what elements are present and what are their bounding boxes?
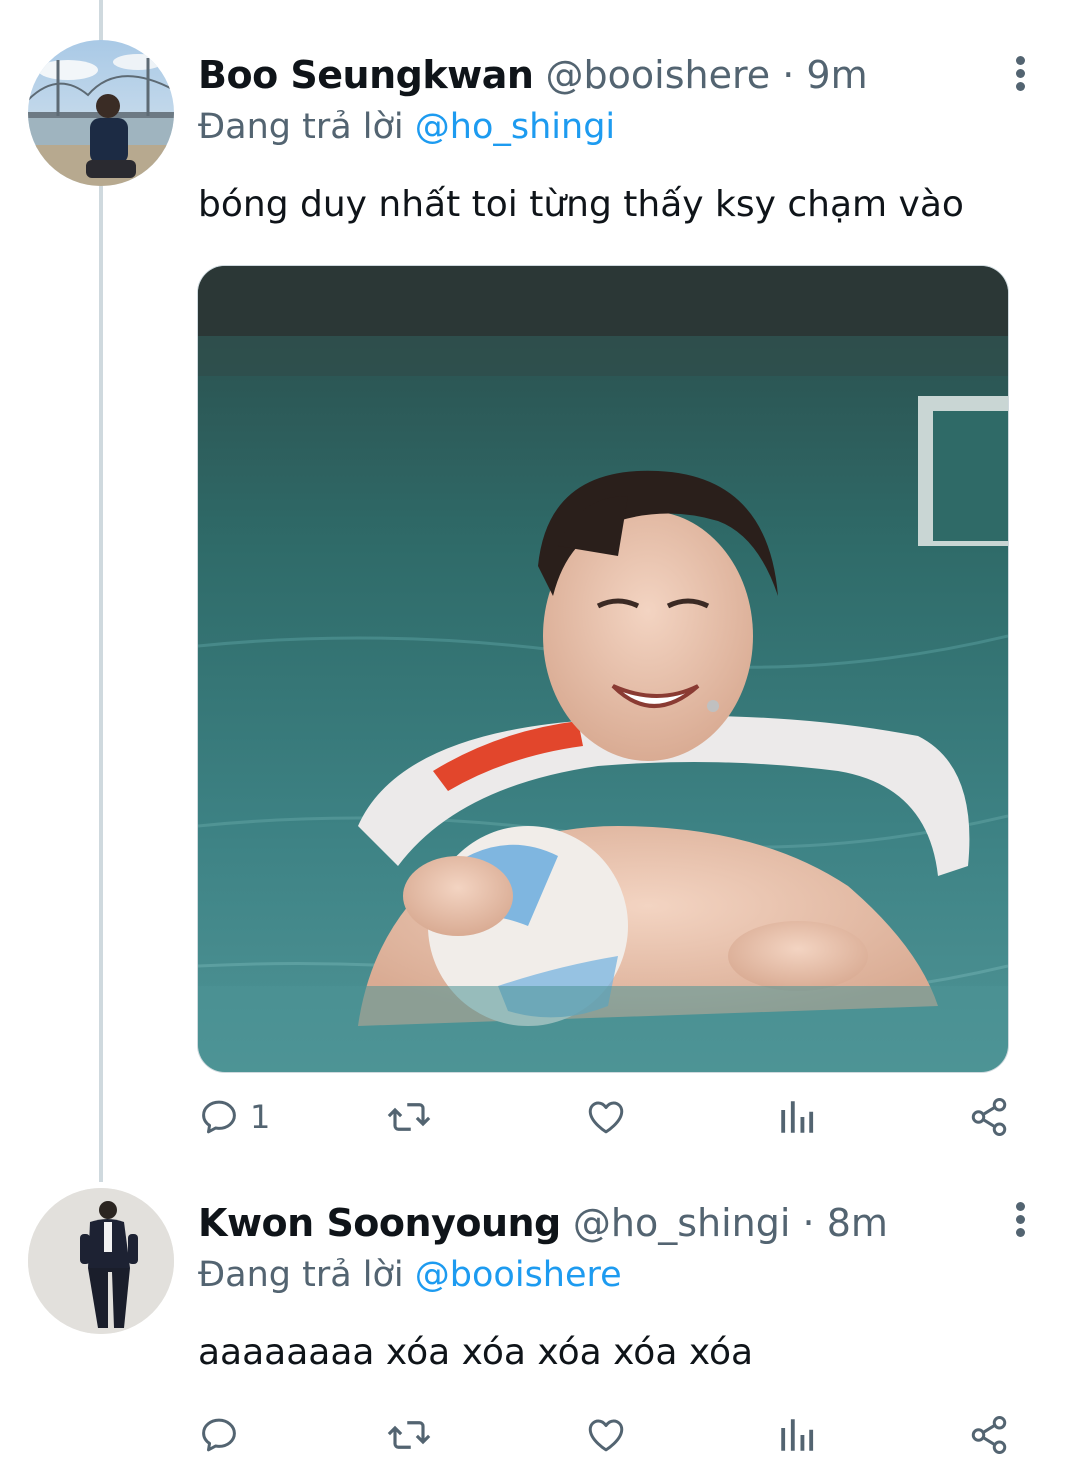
tweet-actions: 1 [198,1092,1018,1142]
replying-to: Đang trả lời @ho_shingi [198,106,615,148]
more-vertical-icon[interactable] [1008,54,1034,94]
mention-link[interactable]: @booishere [415,1255,622,1295]
user-handle[interactable]: @ho_shingi [573,1201,791,1245]
reply-icon [202,1100,236,1134]
retweet-icon [387,1421,431,1449]
timestamp[interactable]: 9m [806,53,867,97]
like-button[interactable] [584,1092,628,1142]
share-button[interactable] [968,1410,1010,1460]
bar-chart-icon [781,1419,814,1451]
retweet-icon [387,1103,431,1131]
user-handle[interactable]: @booishere [546,53,771,97]
display-name[interactable]: Boo Seungkwan [198,53,534,97]
tweet-text: aaaaaaaa xóa xóa xóa xóa xóa [198,1332,754,1373]
display-name[interactable]: Kwon Soonyoung [198,1201,561,1245]
tweet-header: Boo Seungkwan @booishere · 9m [198,52,868,98]
replying-to-label: Đang trả lời [198,1255,404,1295]
share-button[interactable] [968,1092,1010,1142]
reply-button[interactable] [198,1410,250,1460]
separator-dot: · [782,53,795,97]
retweet-button[interactable] [386,1410,432,1460]
reply-count: 1 [250,1098,271,1136]
views-button[interactable] [778,1092,816,1142]
avatar-boo-seungkwan[interactable] [28,40,174,186]
share-icon [971,1416,1007,1454]
separator-dot: · [802,1201,815,1245]
timestamp[interactable]: 8m [827,1201,888,1245]
views-button[interactable] [778,1410,816,1460]
mention-link[interactable]: @ho_shingi [415,107,615,147]
like-button[interactable] [584,1410,628,1460]
tweet-actions [198,1410,1018,1460]
tweet-header: Kwon Soonyoung @ho_shingi · 8m [198,1200,888,1246]
heart-icon [588,1419,624,1452]
tweet-1[interactable]: Boo Seungkwan @booishere · 9m Đang trả l… [0,0,1080,1160]
reply-button[interactable]: 1 [198,1092,270,1142]
replying-to: Đang trả lời @booishere [198,1254,622,1296]
tweet-media-image[interactable] [197,265,1009,1073]
more-vertical-icon[interactable] [1008,1200,1034,1240]
avatar-kwon-soonyoung[interactable] [28,1188,174,1334]
reply-icon [202,1418,236,1452]
bar-chart-icon [781,1101,814,1133]
share-icon [971,1098,1007,1136]
heart-icon [588,1101,624,1134]
tweet-2[interactable]: Kwon Soonyoung @ho_shingi · 8m Đang trả … [0,1160,1080,1477]
retweet-button[interactable] [386,1092,432,1142]
replying-to-label: Đang trả lời [198,107,404,147]
tweet-text: bóng duy nhất toi từng thấy ksy chạm vào [198,184,964,225]
